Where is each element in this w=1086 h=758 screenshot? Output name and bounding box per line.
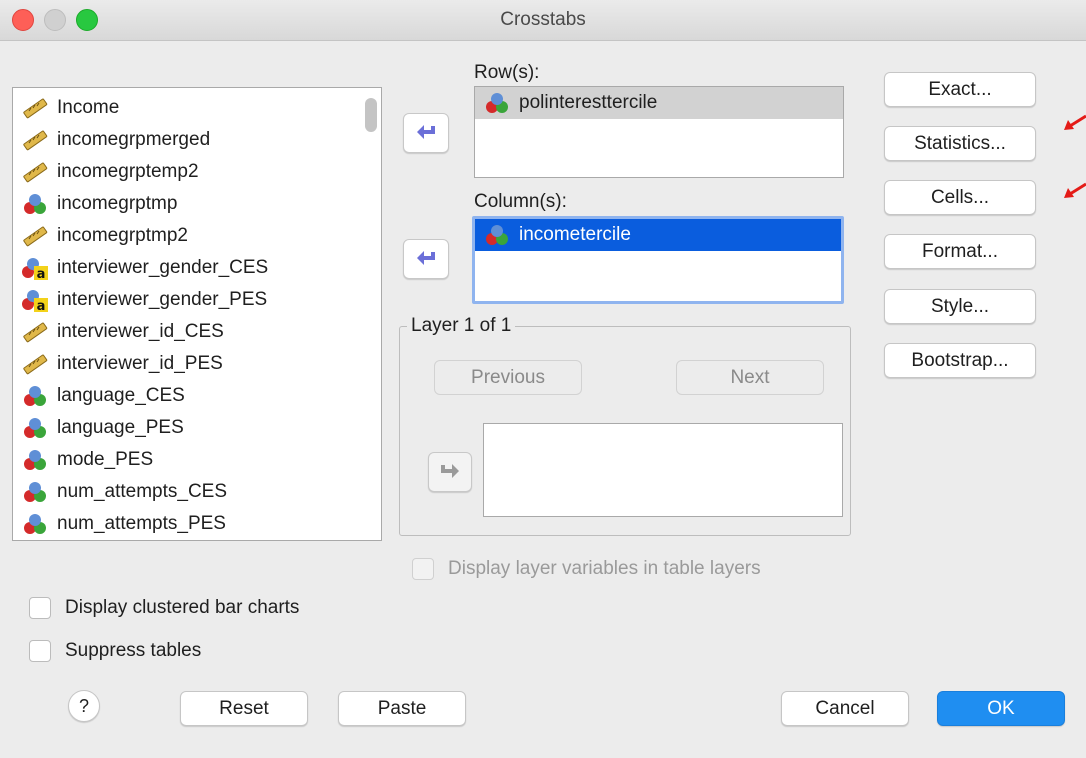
exact-button[interactable]: Exact... (884, 72, 1036, 107)
display-layer-vars-checkbox[interactable] (412, 558, 434, 580)
arrow-left-icon (417, 125, 435, 139)
nominal-variable-icon (483, 223, 511, 247)
variable-list-item[interactable]: num_attempts_PES (13, 508, 381, 540)
help-button[interactable]: ? (68, 690, 100, 722)
columns-item[interactable]: incometercile (475, 219, 841, 251)
ok-button[interactable]: OK (937, 691, 1065, 726)
cancel-button[interactable]: Cancel (781, 691, 909, 726)
string-variable-icon: a (21, 256, 49, 282)
variable-list-item[interactable] (13, 540, 381, 541)
reset-button[interactable]: Reset (180, 691, 308, 726)
variable-list-item[interactable]: language_CES (13, 380, 381, 412)
annotation-arrow-icon (1064, 182, 1086, 198)
string-variable-icon: a (21, 288, 49, 314)
arrow-right-icon (441, 464, 459, 478)
scale-variable-icon (21, 320, 49, 344)
variable-list[interactable]: Income incomegrpmerged incomegrptemp2 incom… (12, 87, 382, 541)
variable-list-item[interactable]: language_PES (13, 412, 381, 444)
variable-list-item[interactable]: incomegrpmerged (13, 124, 381, 156)
svg-text:a: a (37, 267, 46, 280)
display-layer-vars-option[interactable]: Display layer variables in table layers (412, 558, 761, 580)
suppress-tables-checkbox[interactable] (29, 640, 51, 662)
window-title: Crosstabs (500, 9, 586, 30)
nominal-variable-icon (21, 384, 49, 408)
scale-variable-icon (21, 96, 49, 120)
variable-list-item[interactable]: interviewer_id_PES (13, 348, 381, 380)
move-to-rows-button[interactable] (403, 113, 449, 153)
clustered-bar-checkbox[interactable] (29, 597, 51, 619)
variable-list-item[interactable]: a interviewer_gender_PES (13, 284, 381, 316)
nominal-variable-icon (21, 416, 49, 440)
columns-label: Column(s): (474, 191, 567, 212)
style-button[interactable]: Style... (884, 289, 1036, 324)
variable-list-item[interactable]: incomegrptmp2 (13, 220, 381, 252)
format-button[interactable]: Format... (884, 234, 1036, 269)
arrow-left-icon (417, 251, 435, 265)
title-bar: Crosstabs (0, 0, 1086, 41)
paste-button[interactable]: Paste (338, 691, 466, 726)
nominal-variable-icon (21, 192, 49, 216)
variable-list-item[interactable]: Income (13, 92, 381, 124)
nominal-variable-icon (483, 91, 511, 115)
variable-list-item[interactable]: a interviewer_gender_CES (13, 252, 381, 284)
next-layer-button[interactable]: Next (676, 360, 824, 395)
move-to-columns-button[interactable] (403, 239, 449, 279)
rows-list[interactable]: polinteresttercile (474, 86, 844, 178)
variable-list-item[interactable]: interviewer_id_CES (13, 316, 381, 348)
scale-variable-icon (21, 160, 49, 184)
columns-list[interactable]: incometercile (474, 218, 842, 302)
svg-text:a: a (37, 299, 46, 312)
clustered-bar-option[interactable]: Display clustered bar charts (29, 597, 299, 619)
suppress-tables-option[interactable]: Suppress tables (29, 640, 201, 662)
previous-layer-button[interactable]: Previous (434, 360, 582, 395)
move-to-layer-button[interactable] (428, 452, 472, 492)
variable-list-item[interactable]: num_attempts_CES (13, 476, 381, 508)
nominal-variable-icon (21, 512, 49, 536)
scale-variable-icon (21, 224, 49, 248)
cells-button[interactable]: Cells... (884, 180, 1036, 215)
nominal-variable-icon (21, 480, 49, 504)
statistics-button[interactable]: Statistics... (884, 126, 1036, 161)
annotation-arrow-icon (1064, 114, 1086, 130)
scale-variable-icon (21, 352, 49, 376)
nominal-variable-icon (21, 448, 49, 472)
variable-list-item[interactable]: mode_PES (13, 444, 381, 476)
variable-list-item[interactable]: incomegrptmp (13, 188, 381, 220)
layer-list[interactable] (483, 423, 843, 517)
rows-label: Row(s): (474, 62, 540, 83)
variable-list-item[interactable]: incomegrptemp2 (13, 156, 381, 188)
bootstrap-button[interactable]: Bootstrap... (884, 343, 1036, 378)
rows-item[interactable]: polinteresttercile (475, 87, 843, 119)
layer-legend: Layer 1 of 1 (407, 315, 516, 337)
scale-variable-icon (21, 128, 49, 152)
